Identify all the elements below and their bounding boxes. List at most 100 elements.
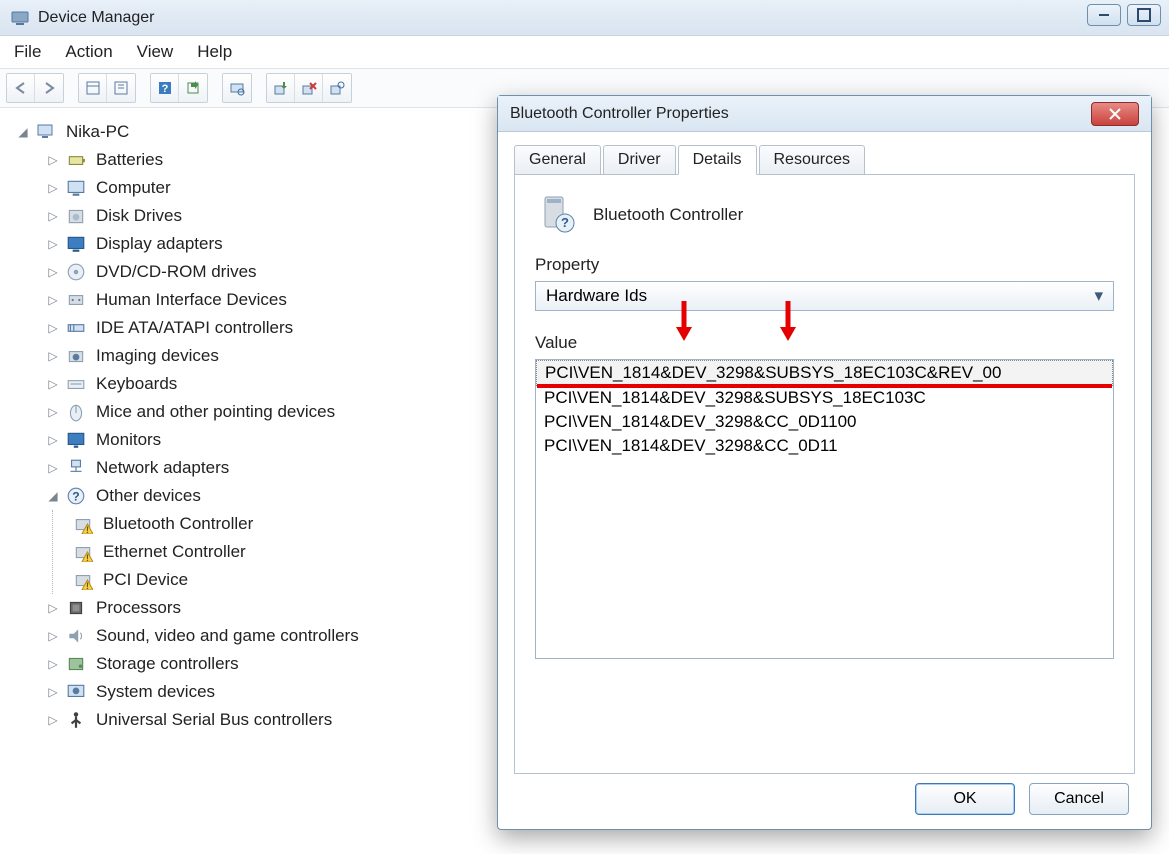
tree-item-label: IDE ATA/ATAPI controllers: [96, 314, 293, 342]
disk-icon: [66, 206, 86, 226]
help-button[interactable]: ?: [151, 74, 179, 102]
tree-item-label: Batteries: [96, 146, 163, 174]
battery-icon: [66, 150, 86, 170]
close-button[interactable]: [1091, 102, 1139, 126]
computer-icon: [36, 122, 56, 142]
menu-view[interactable]: View: [137, 42, 174, 62]
tab-driver[interactable]: Driver: [603, 145, 676, 175]
tree-item-label: Bluetooth Controller: [103, 510, 253, 538]
expand-icon[interactable]: ▷: [46, 370, 60, 398]
annotation-arrow-1: [675, 301, 693, 341]
cancel-button[interactable]: Cancel: [1029, 783, 1129, 815]
update-driver-button[interactable]: [267, 74, 295, 102]
titlebar: Device Manager: [0, 0, 1169, 36]
expand-icon[interactable]: ▷: [46, 146, 60, 174]
expand-icon[interactable]: ▷: [46, 398, 60, 426]
expand-icon[interactable]: ▷: [46, 454, 60, 482]
svg-text:?: ?: [561, 215, 569, 230]
list-item[interactable]: PCI\VEN_1814&DEV_3298&CC_0D1100: [536, 410, 1113, 434]
tree-item-label: Monitors: [96, 426, 161, 454]
svg-text:!: !: [86, 581, 89, 590]
expand-icon[interactable]: ▷: [46, 342, 60, 370]
expand-icon[interactable]: ▷: [46, 230, 60, 258]
tree-item-label: PCI Device: [103, 566, 188, 594]
cpu-icon: [66, 598, 86, 618]
warn-icon: !: [73, 542, 93, 562]
tree-item-label: Other devices: [96, 482, 201, 510]
tree-view-button[interactable]: [79, 74, 107, 102]
app-icon: [10, 8, 30, 28]
imaging-icon: [66, 346, 86, 366]
menu-file[interactable]: File: [14, 42, 41, 62]
tree-item-label: System devices: [96, 678, 215, 706]
hid-icon: [66, 290, 86, 310]
expand-icon[interactable]: ▷: [46, 678, 60, 706]
svg-text:!: !: [86, 525, 89, 534]
warn-icon: !: [73, 570, 93, 590]
computer-icon: [66, 178, 86, 198]
annotation-arrow-2: [779, 301, 797, 341]
expand-icon[interactable]: ▷: [46, 286, 60, 314]
scan-button[interactable]: [223, 74, 251, 102]
list-item[interactable]: PCI\VEN_1814&DEV_3298&CC_0D11: [536, 434, 1113, 458]
menu-help[interactable]: Help: [197, 42, 232, 62]
value-listbox[interactable]: PCI\VEN_1814&DEV_3298&SUBSYS_18EC103C&RE…: [535, 359, 1114, 659]
device-name: Bluetooth Controller: [593, 205, 743, 225]
maximize-button[interactable]: [1127, 4, 1161, 26]
svg-text:!: !: [86, 553, 89, 562]
collapse-icon[interactable]: ◢: [16, 118, 30, 146]
storage-icon: [66, 654, 86, 674]
tree-item-label: Sound, video and game controllers: [96, 622, 359, 650]
tree-item-label: Storage controllers: [96, 650, 239, 678]
uninstall-button[interactable]: [295, 74, 323, 102]
window-title: Device Manager: [38, 9, 1159, 27]
tab-strip: General Driver Details Resources: [498, 132, 1151, 174]
tree-item-label: Computer: [96, 174, 171, 202]
expand-icon[interactable]: ▷: [46, 706, 60, 734]
tree-item-label: Mice and other pointing devices: [96, 398, 335, 426]
network-icon: [66, 458, 86, 478]
property-dropdown[interactable]: Hardware Ids ▾: [535, 281, 1114, 311]
ide-icon: [66, 318, 86, 338]
expand-icon[interactable]: ▷: [46, 258, 60, 286]
list-item[interactable]: PCI\VEN_1814&DEV_3298&SUBSYS_18EC103C&RE…: [536, 360, 1113, 386]
properties-dialog: Bluetooth Controller Properties General …: [497, 95, 1152, 830]
expand-icon[interactable]: ▷: [46, 174, 60, 202]
tree-item-label: Universal Serial Bus controllers: [96, 706, 332, 734]
forward-button[interactable]: [35, 74, 63, 102]
sound-icon: [66, 626, 86, 646]
expand-icon[interactable]: ▷: [46, 650, 60, 678]
tree-item-label: Processors: [96, 594, 181, 622]
details-panel: ? Bluetooth Controller Property Hardware…: [514, 174, 1135, 774]
mouse-icon: [66, 402, 86, 422]
monitor-icon: [66, 430, 86, 450]
dvd-icon: [66, 262, 86, 282]
annotation-underline: [537, 384, 1112, 388]
device-icon: ?: [535, 193, 579, 237]
tab-resources[interactable]: Resources: [759, 145, 865, 175]
menu-action[interactable]: Action: [65, 42, 112, 62]
ok-button[interactable]: OK: [915, 783, 1015, 815]
tab-details[interactable]: Details: [678, 145, 757, 175]
tree-item-label: Keyboards: [96, 370, 177, 398]
properties-button[interactable]: [107, 74, 135, 102]
expand-icon[interactable]: ▷: [46, 426, 60, 454]
expand-icon[interactable]: ▷: [46, 202, 60, 230]
tab-general[interactable]: General: [514, 145, 601, 175]
back-button[interactable]: [7, 74, 35, 102]
expand-icon[interactable]: ▷: [46, 622, 60, 650]
expand-icon[interactable]: ▷: [46, 314, 60, 342]
action-button[interactable]: [179, 74, 207, 102]
disable-button[interactable]: [323, 74, 351, 102]
svg-text:?: ?: [72, 489, 79, 503]
expand-icon[interactable]: ◢: [46, 482, 60, 510]
tree-item-label: Human Interface Devices: [96, 286, 287, 314]
tree-root-label: Nika-PC: [66, 118, 129, 146]
minimize-button[interactable]: [1087, 4, 1121, 26]
dialog-title: Bluetooth Controller Properties: [510, 105, 729, 123]
value-label: Value: [535, 333, 577, 353]
expand-icon[interactable]: ▷: [46, 594, 60, 622]
list-item[interactable]: PCI\VEN_1814&DEV_3298&SUBSYS_18EC103C: [536, 386, 1113, 410]
tree-item-label: Imaging devices: [96, 342, 219, 370]
chevron-down-icon: ▾: [1094, 286, 1103, 306]
